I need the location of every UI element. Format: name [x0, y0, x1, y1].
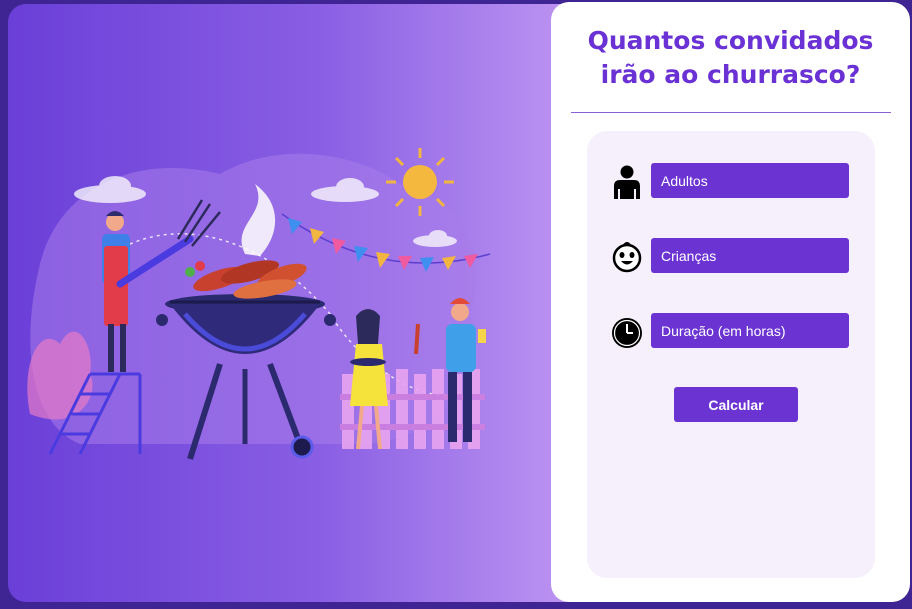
barbecue-illustration: [27, 148, 491, 460]
duration-row: [611, 313, 851, 349]
child-icon: [612, 242, 642, 273]
form-panel: Quantos convidados irão ao churrasco? Ad…: [551, 2, 910, 602]
app-frame: Quantos convidados irão ao churrasco? Ad…: [0, 0, 912, 609]
title-divider: [571, 112, 891, 113]
page-title: Quantos convidados irão ao churrasco?: [551, 24, 910, 92]
clock-icon: [612, 318, 642, 348]
title-line-2: irão ao churrasco?: [600, 60, 861, 89]
children-row: [611, 238, 851, 274]
duration-input[interactable]: [651, 313, 849, 348]
adults-input[interactable]: [651, 163, 849, 198]
calculate-button[interactable]: Calcular: [674, 387, 798, 422]
children-input[interactable]: [651, 238, 849, 273]
adult-icon: [614, 165, 640, 199]
calculator-form: Calcular: [587, 131, 875, 578]
adults-row: [611, 163, 851, 199]
title-line-1: Quantos convidados: [587, 26, 874, 55]
